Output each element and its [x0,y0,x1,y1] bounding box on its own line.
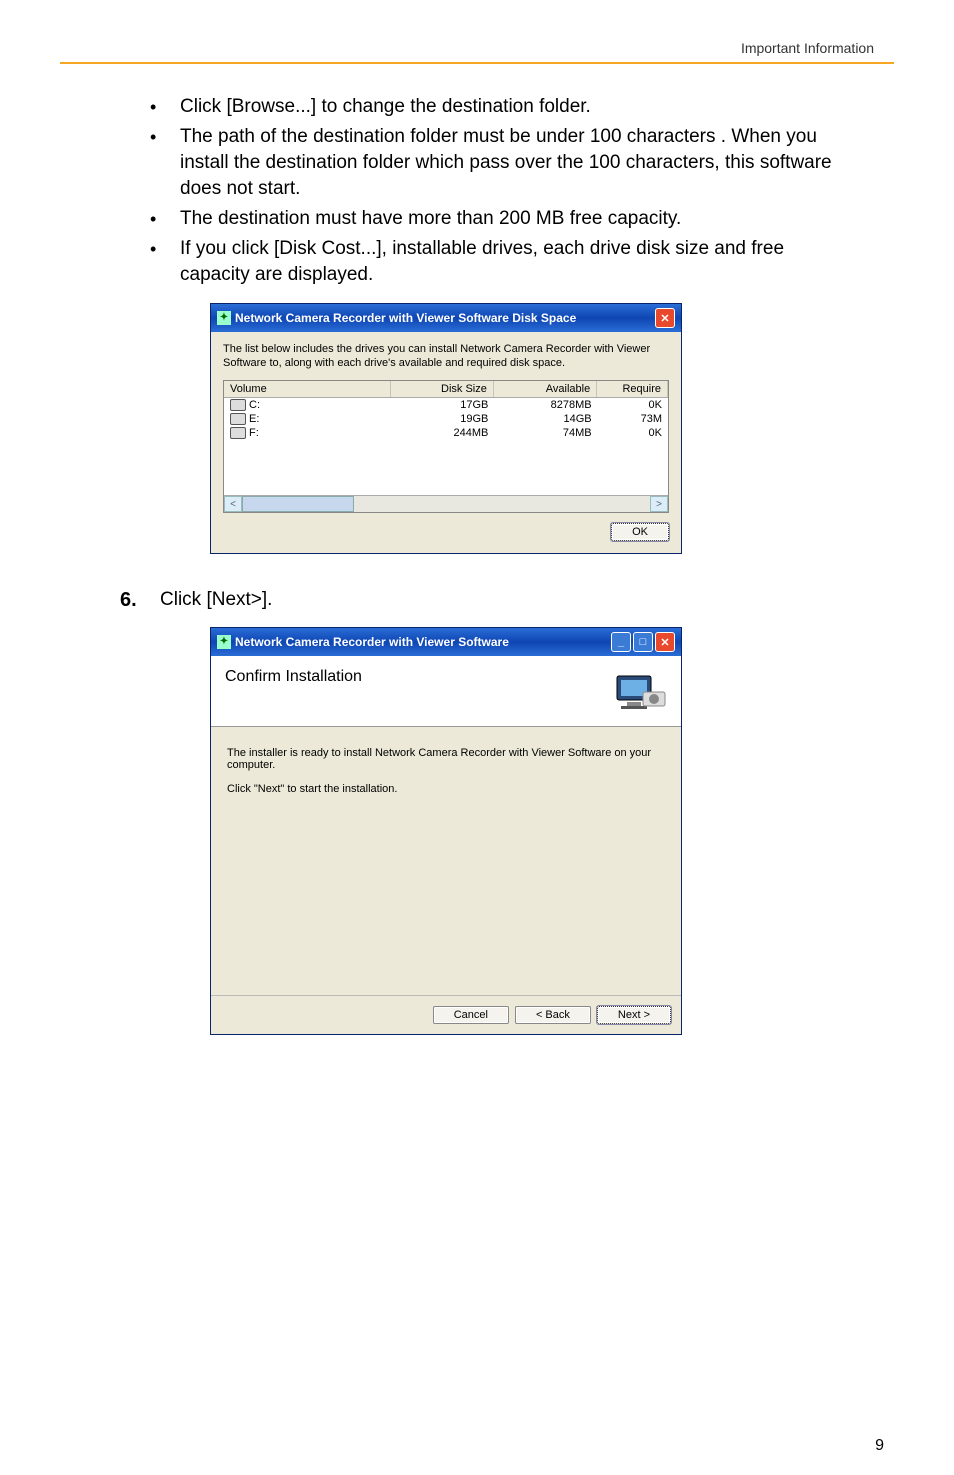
ok-button[interactable]: OK [611,523,669,541]
app-icon: ✦ [217,311,231,325]
col-available[interactable]: Available [494,381,597,397]
minimize-icon[interactable]: _ [611,632,631,652]
cell-volume: C: [249,399,260,411]
bullet-list: • Click [Browse...] to change the destin… [150,94,854,288]
cell-avail: 74MB [494,426,597,440]
scroll-right-icon[interactable]: > [650,496,668,512]
bullet-marker: • [150,206,180,232]
cell-req: 0K [598,426,668,440]
bullet-text: If you click [Disk Cost...], installable… [180,236,854,288]
confirm-install-dialog: ✦ Network Camera Recorder with Viewer So… [210,627,682,1035]
dialog-button-row: Cancel < Back Next > [211,995,681,1034]
page-header-section: Important Information [60,40,894,56]
cell-avail: 14GB [494,412,597,426]
cell-volume: E: [249,413,259,425]
installer-art-icon [611,668,667,714]
listview-header: Volume Disk Size Available Require [224,381,668,398]
bullet-item: • The destination must have more than 20… [150,206,854,232]
dialog-description: The list below includes the drives you c… [223,342,669,370]
col-required[interactable]: Require [597,381,668,397]
scroll-track[interactable] [354,496,650,512]
dialog-title: Network Camera Recorder with Viewer Soft… [235,635,509,649]
close-icon[interactable]: ✕ [655,308,675,328]
maximize-icon[interactable]: □ [633,632,653,652]
col-disksize[interactable]: Disk Size [391,381,494,397]
install-ready-text: The installer is ready to install Networ… [227,747,665,771]
bullet-item: • The path of the destination folder mus… [150,124,854,202]
horizontal-scrollbar[interactable]: < > [224,495,668,512]
col-volume[interactable]: Volume [224,381,391,397]
dialog-heading: Confirm Installation [225,668,362,686]
table-row[interactable]: E: 19GB 14GB 73M [224,412,668,426]
back-button[interactable]: < Back [515,1006,591,1024]
step-number: 6. [120,589,160,612]
cell-req: 0K [598,398,668,412]
bullet-text: The path of the destination folder must … [180,124,854,202]
bullet-marker: • [150,124,180,202]
bullet-text: The destination must have more than 200 … [180,206,854,232]
step-6: 6. Click [Next>]. [120,589,894,612]
titlebar[interactable]: ✦ Network Camera Recorder with Viewer So… [211,628,681,656]
cell-req: 73M [598,412,668,426]
next-button[interactable]: Next > [597,1006,671,1024]
titlebar[interactable]: ✦ Network Camera Recorder with Viewer So… [211,304,681,332]
listview-empty-area [224,440,668,495]
bullet-marker: • [150,94,180,120]
drive-listview[interactable]: Volume Disk Size Available Require C: 17… [223,380,669,513]
drive-icon [230,413,246,425]
dialog-banner: Confirm Installation [211,656,681,727]
cell-size: 17GB [391,398,494,412]
cell-size: 244MB [391,426,494,440]
cell-size: 19GB [391,412,494,426]
dialog-empty-area [227,795,665,985]
bullet-text: Click [Browse...] to change the destinat… [180,94,854,120]
header-divider [60,62,894,64]
app-icon: ✦ [217,635,231,649]
bullet-item: • Click [Browse...] to change the destin… [150,94,854,120]
disk-space-dialog: ✦ Network Camera Recorder with Viewer So… [210,303,682,554]
bullet-marker: • [150,236,180,288]
table-row[interactable]: F: 244MB 74MB 0K [224,426,668,440]
scroll-thumb[interactable] [242,496,354,512]
install-next-text: Click "Next" to start the installation. [227,783,665,795]
cell-avail: 8278MB [494,398,597,412]
scroll-left-icon[interactable]: < [224,496,242,512]
bullet-item: • If you click [Disk Cost...], installab… [150,236,854,288]
cancel-button[interactable]: Cancel [433,1006,509,1024]
close-icon[interactable]: ✕ [655,632,675,652]
table-row[interactable]: C: 17GB 8278MB 0K [224,398,668,412]
dialog-title: Network Camera Recorder with Viewer Soft… [235,311,576,325]
step-instruction: Click [Next>]. [160,589,272,612]
page-number: 9 [875,1437,884,1455]
cell-volume: F: [249,427,259,439]
drive-icon [230,399,246,411]
drive-icon [230,427,246,439]
